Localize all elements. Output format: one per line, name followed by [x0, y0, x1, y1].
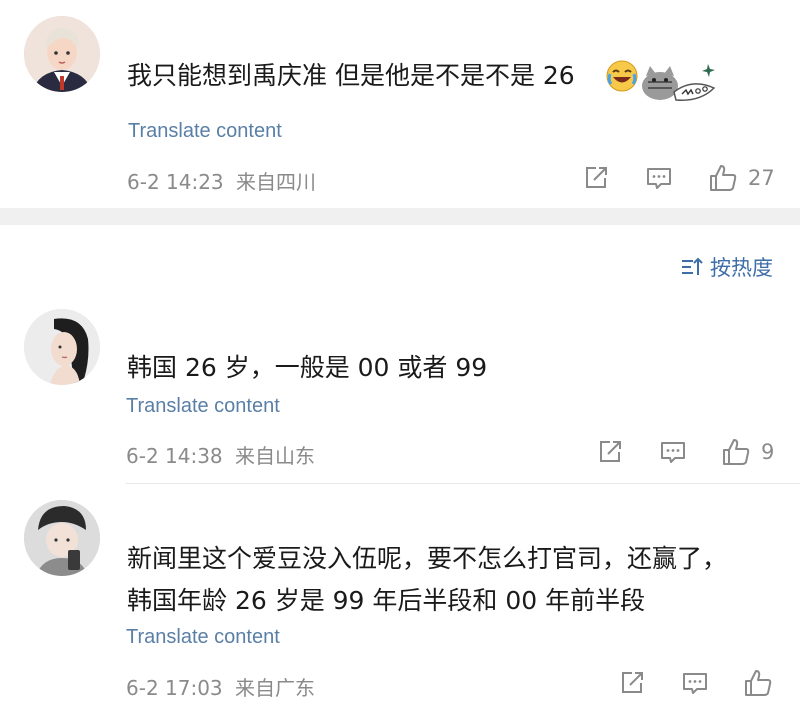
thumbs-up-icon: [745, 670, 772, 696]
reply-button[interactable]: [681, 669, 709, 697]
comment-line: 韩国 26 岁，一般是 00 或者 99: [127, 353, 488, 382]
comment-line: 我只能想到禹庆准 但是他是不是不是 26: [127, 61, 575, 90]
comment-meta: 6-2 17:03 来自广东: [126, 672, 315, 701]
reply-button[interactable]: [645, 164, 673, 192]
share-icon: [586, 167, 607, 188]
comment-icon: [683, 673, 707, 694]
comment-icon: [661, 442, 685, 463]
comment-location: 来自山东: [235, 444, 316, 468]
avatar-image: [24, 309, 100, 385]
sort-by-hot-button[interactable]: 按热度: [680, 252, 773, 282]
avatar-image: [24, 500, 100, 576]
comment-text: 韩国 26 岁，一般是 00 或者 99: [127, 349, 487, 387]
avatar-image: [24, 16, 100, 92]
comment-text: 我只能想到禹庆准 但是他是不是不是 26: [127, 57, 575, 95]
comment-text: 新闻里这个爱豆没入伍呢，要不怎么打官司，还赢了， 韩国年龄 26 岁是 99 年…: [127, 540, 727, 620]
comment-location: 来自广东: [235, 676, 316, 700]
avatar[interactable]: [24, 500, 100, 576]
comment-icon: [647, 168, 671, 189]
comment-date: 6-2 14:38: [126, 444, 223, 468]
comment-line: 新闻里这个爱豆没入伍呢，要不怎么打官司，还赢了，: [127, 544, 728, 573]
translate-content-link[interactable]: Translate content: [128, 120, 282, 143]
translate-content-link[interactable]: Translate content: [126, 395, 280, 418]
like-count: 27: [748, 166, 775, 190]
like-button[interactable]: 9: [721, 437, 774, 467]
like-button[interactable]: 27: [708, 163, 775, 193]
thumbs-up-icon: [710, 165, 737, 191]
comment-line: 韩国年龄 26 岁是 99 年后半段和 00 年前半段: [127, 586, 646, 615]
like-button[interactable]: [743, 668, 773, 698]
share-icon: [622, 672, 643, 693]
avatar[interactable]: [24, 309, 100, 385]
share-button[interactable]: [596, 438, 624, 466]
meow-cat-sticker-icon: [630, 58, 720, 112]
share-button[interactable]: [618, 669, 646, 697]
section-divider: [0, 208, 800, 225]
thumbs-up-icon: [723, 439, 750, 465]
comment-location: 来自四川: [236, 170, 317, 194]
comment-meta: 6-2 14:38 来自山东: [126, 440, 315, 469]
sort-icon: [682, 257, 703, 275]
like-count: 9: [761, 440, 775, 464]
share-button[interactable]: [582, 164, 610, 192]
reply-button[interactable]: [659, 438, 687, 466]
avatar[interactable]: [24, 16, 100, 92]
comment-meta: 6-2 14:23 来自四川: [127, 166, 316, 195]
sort-label: 按热度: [710, 256, 773, 280]
translate-content-link[interactable]: Translate content: [126, 626, 280, 649]
comment-date: 6-2 17:03: [126, 676, 223, 700]
share-icon: [600, 441, 621, 462]
comment-date: 6-2 14:23: [127, 170, 224, 194]
comment-separator: [126, 483, 800, 484]
